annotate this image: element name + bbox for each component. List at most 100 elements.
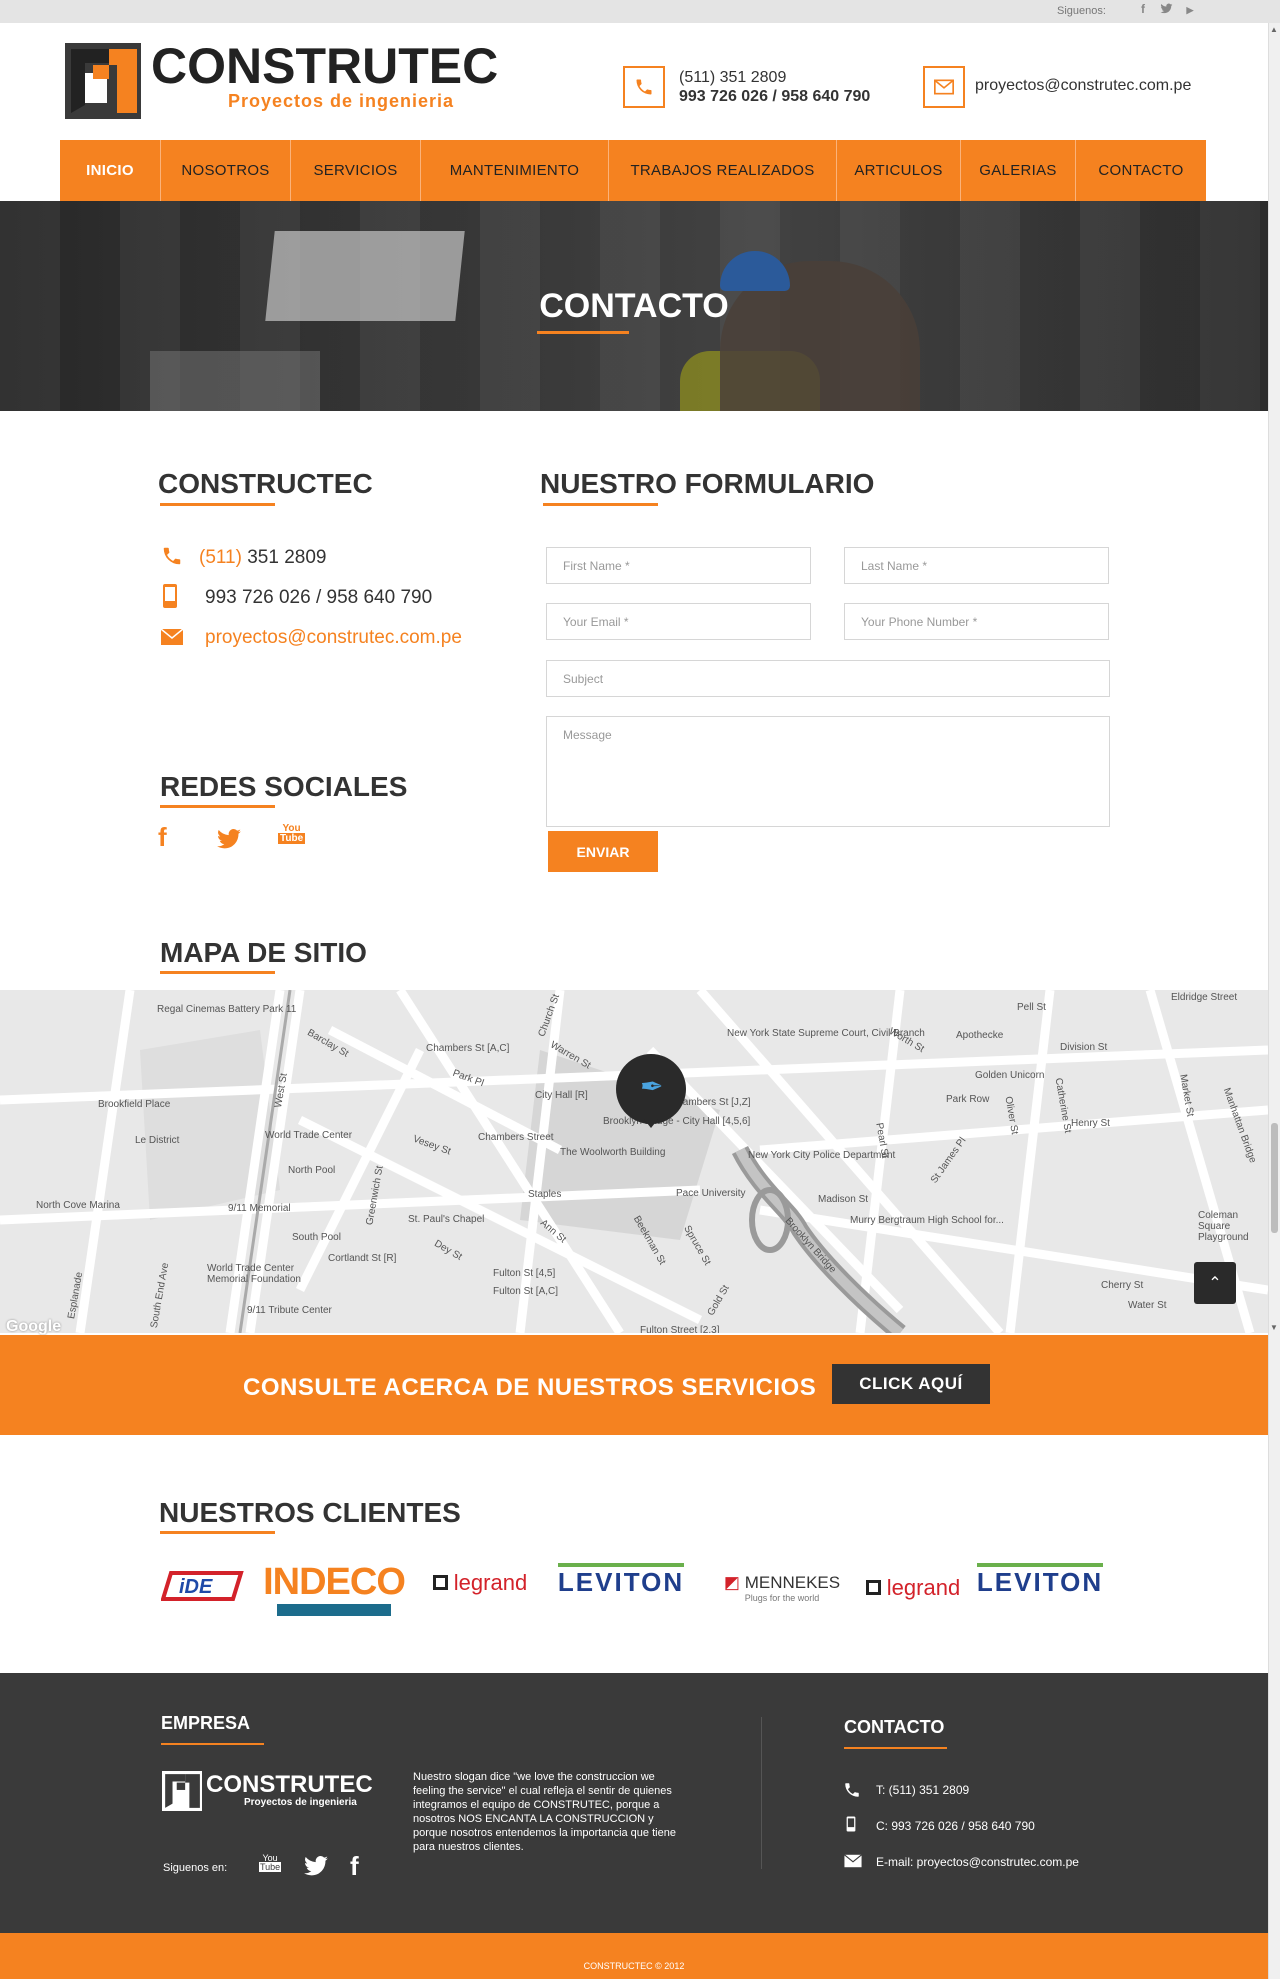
logo[interactable]: CONSTRUTEC Proyectos de ingenieria: [65, 38, 498, 119]
follow-label: Siguenos:: [1057, 5, 1106, 17]
last-name-field[interactable]: Last Name *: [844, 547, 1109, 584]
site-map[interactable]: Regal Cinemas Battery Park 11 Chambers S…: [0, 990, 1268, 1333]
phone-icon: [623, 66, 665, 108]
contact-phone-prefix: (511): [199, 547, 242, 568]
footer-logo-tagline: Proyectos de ingenieria: [244, 1797, 357, 1808]
map-label: The Woolworth Building: [560, 1147, 666, 1158]
footer-email[interactable]: E-mail: proyectos@construtec.com.pe: [876, 1855, 1079, 1869]
contact-email[interactable]: proyectos@construtec.com.pe: [205, 627, 462, 649]
map-label: Brooklyn Bridge - City Hall [4,5,6]: [603, 1116, 751, 1127]
map-label: Cortlandt St [R]: [328, 1253, 397, 1264]
cta-text: CONSULTE ACERCA DE NUESTROS SERVICIOS: [243, 1374, 817, 1401]
map-label: Madison St: [818, 1194, 869, 1205]
nav-item-galerias[interactable]: GALERIAS: [961, 140, 1076, 201]
page: Siguenos: f ▶ CONSTRUTEC Proyectos de in…: [0, 0, 1280, 1979]
client-logo-indeco: INDECO: [263, 1557, 406, 1619]
nav-item-inicio[interactable]: INICIO: [60, 140, 161, 201]
mail-icon: [843, 1854, 863, 1873]
first-name-field[interactable]: First Name *: [546, 547, 811, 584]
footer-logo-name: CONSTRUTEC: [206, 1771, 373, 1798]
mobile-icon: [162, 583, 178, 615]
facebook-icon[interactable]: f: [1136, 2, 1150, 18]
footer: EMPRESA CONSTRUTEC Proyectos de ingenier…: [0, 1673, 1268, 1933]
map-label: World Trade Center Memorial Foundation: [207, 1263, 301, 1285]
map-label: Murry Bergtraum High School for...: [850, 1215, 1004, 1226]
scroll-down-icon[interactable]: ▼: [1270, 1323, 1278, 1332]
nav-item-nosotros[interactable]: NOSOTROS: [161, 140, 291, 201]
phone-field[interactable]: Your Phone Number *: [844, 603, 1109, 640]
logo-mark-icon: [162, 1771, 202, 1811]
click-here-button[interactable]: CLICK AQUÍ: [832, 1364, 990, 1404]
map-title: MAPA DE SITIO: [160, 937, 367, 968]
twitter-icon[interactable]: [216, 826, 242, 857]
logo-tagline: Proyectos de ingenieria: [228, 91, 455, 111]
copyright-bar: CONSTRUCTEC © 2012: [0, 1933, 1268, 1979]
send-button[interactable]: ENVIAR: [548, 831, 658, 872]
map-label: Henry St: [1071, 1118, 1110, 1129]
client-logo-leviton-2: LEVITON: [976, 1560, 1104, 1600]
map-label: Apothecke: [956, 1030, 1004, 1041]
page-scrollbar[interactable]: ▲ ▼: [1268, 23, 1280, 1979]
map-label: City Hall [R]: [535, 1090, 588, 1101]
phone-icon: [160, 545, 184, 573]
scroll-thumb[interactable]: [1271, 1123, 1278, 1233]
nav-item-articulos[interactable]: ARTICULOS: [837, 140, 961, 201]
client-logo-leviton: LEVITON: [557, 1560, 685, 1600]
phone-icon: [843, 1781, 861, 1804]
mail-icon: [160, 628, 184, 652]
client-logo-legrand-2: legrand: [863, 1570, 963, 1605]
mail-icon: [923, 66, 965, 108]
youtube-icon[interactable]: You Tube: [259, 1854, 282, 1872]
map-label: Brookfield Place: [98, 1099, 171, 1110]
map-label: Division St: [1060, 1042, 1108, 1053]
footer-logo[interactable]: CONSTRUTEC Proyectos de ingenieria: [162, 1771, 382, 1816]
map-label: Fulton Street [2,3]: [640, 1325, 720, 1333]
subject-field[interactable]: Subject: [546, 660, 1110, 697]
hero-banner: CONTACTO: [0, 201, 1268, 411]
nav-item-trabajos[interactable]: TRABAJOS REALIZADOS: [609, 140, 837, 201]
twitter-icon[interactable]: [303, 1855, 329, 1882]
footer-contact-title: CONTACTO: [844, 1717, 945, 1737]
header-phone: (511) 351 2809: [679, 69, 787, 86]
map-label: St. Paul's Chapel: [408, 1214, 485, 1225]
email-field[interactable]: Your Email *: [546, 603, 811, 640]
footer-follow-label: Siguenos en:: [163, 1862, 228, 1874]
map-label: Pace University: [676, 1188, 746, 1199]
map-pin-icon[interactable]: ✒: [616, 1054, 686, 1128]
footer-phone: T: (511) 351 2809: [876, 1783, 970, 1797]
facebook-icon[interactable]: f: [350, 1851, 359, 1882]
back-to-top-button[interactable]: ⌃: [1194, 1262, 1236, 1304]
clients-title: NUESTROS CLIENTES: [159, 1497, 461, 1528]
map-label: Pell St: [1017, 1002, 1046, 1013]
client-logo-legrand: legrand: [428, 1565, 532, 1600]
logo-mark-icon: [65, 43, 141, 119]
form-title: NUESTRO FORMULARIO: [540, 468, 875, 499]
nav-item-mantenimiento[interactable]: MANTENIMIENTO: [421, 140, 609, 201]
facebook-icon[interactable]: f: [158, 822, 167, 853]
map-label: Chambers St [A,C]: [426, 1043, 510, 1054]
nav-item-contacto[interactable]: CONTACTO: [1076, 140, 1206, 201]
map-label: New York City Police Department: [748, 1150, 896, 1161]
contact-title: CONSTRUCTEC: [158, 468, 373, 499]
nav-item-servicios[interactable]: SERVICIOS: [291, 140, 421, 201]
social-title: REDES SOCIALES: [160, 771, 408, 802]
message-field[interactable]: Message: [546, 716, 1110, 827]
map-label: Staples: [528, 1189, 562, 1200]
header-email[interactable]: proyectos@construtec.com.pe: [975, 77, 1191, 95]
twitter-icon[interactable]: [1159, 2, 1173, 18]
youtube-icon[interactable]: ▶: [1183, 5, 1197, 21]
footer-slogan: Nuestro slogan dice "we love the constru…: [413, 1771, 676, 1853]
map-label: Regal Cinemas Battery Park 11: [157, 1004, 297, 1015]
copyright-text: CONSTRUCTEC © 2012: [583, 1961, 685, 1971]
map-label: Chambers Street: [478, 1132, 554, 1143]
hero-title: CONTACTO: [539, 287, 729, 325]
map-label: 9/11 Tribute Center: [247, 1305, 332, 1316]
scroll-up-icon[interactable]: ▲: [1270, 25, 1278, 34]
youtube-icon[interactable]: You Tube: [278, 824, 306, 844]
map-label: 9/11 Memorial: [228, 1203, 291, 1214]
contact-mobile: 993 726 026 / 958 640 790: [205, 587, 433, 608]
footer-mobile: C: 993 726 026 / 958 640 790: [876, 1819, 1035, 1833]
svg-text:iDE: iDE: [179, 1576, 213, 1598]
map-label: Water St: [1128, 1300, 1167, 1311]
header-mobile: 993 726 026 / 958 640 790: [679, 88, 871, 105]
